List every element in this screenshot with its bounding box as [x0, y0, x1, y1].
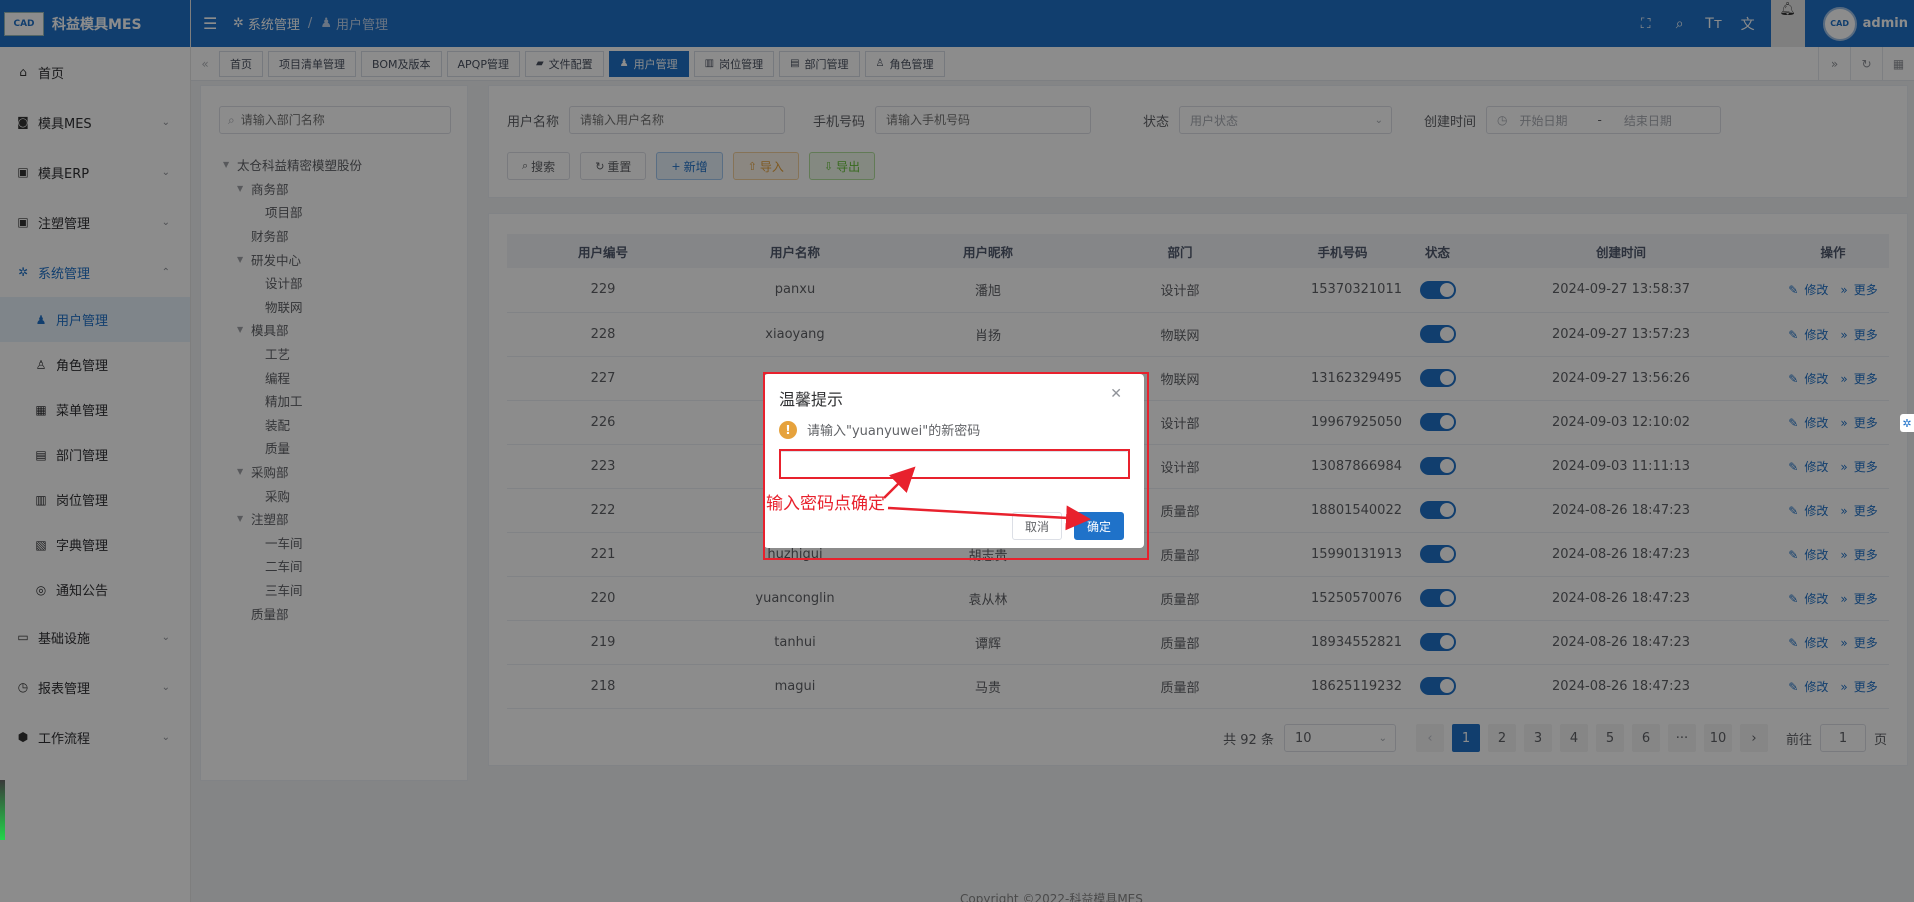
annotation-input-box	[779, 449, 1130, 479]
side-widget	[0, 780, 5, 840]
settings-gear-icon[interactable]: ✲	[1900, 414, 1914, 432]
annotation-text: 输入密码点确定	[766, 494, 885, 514]
